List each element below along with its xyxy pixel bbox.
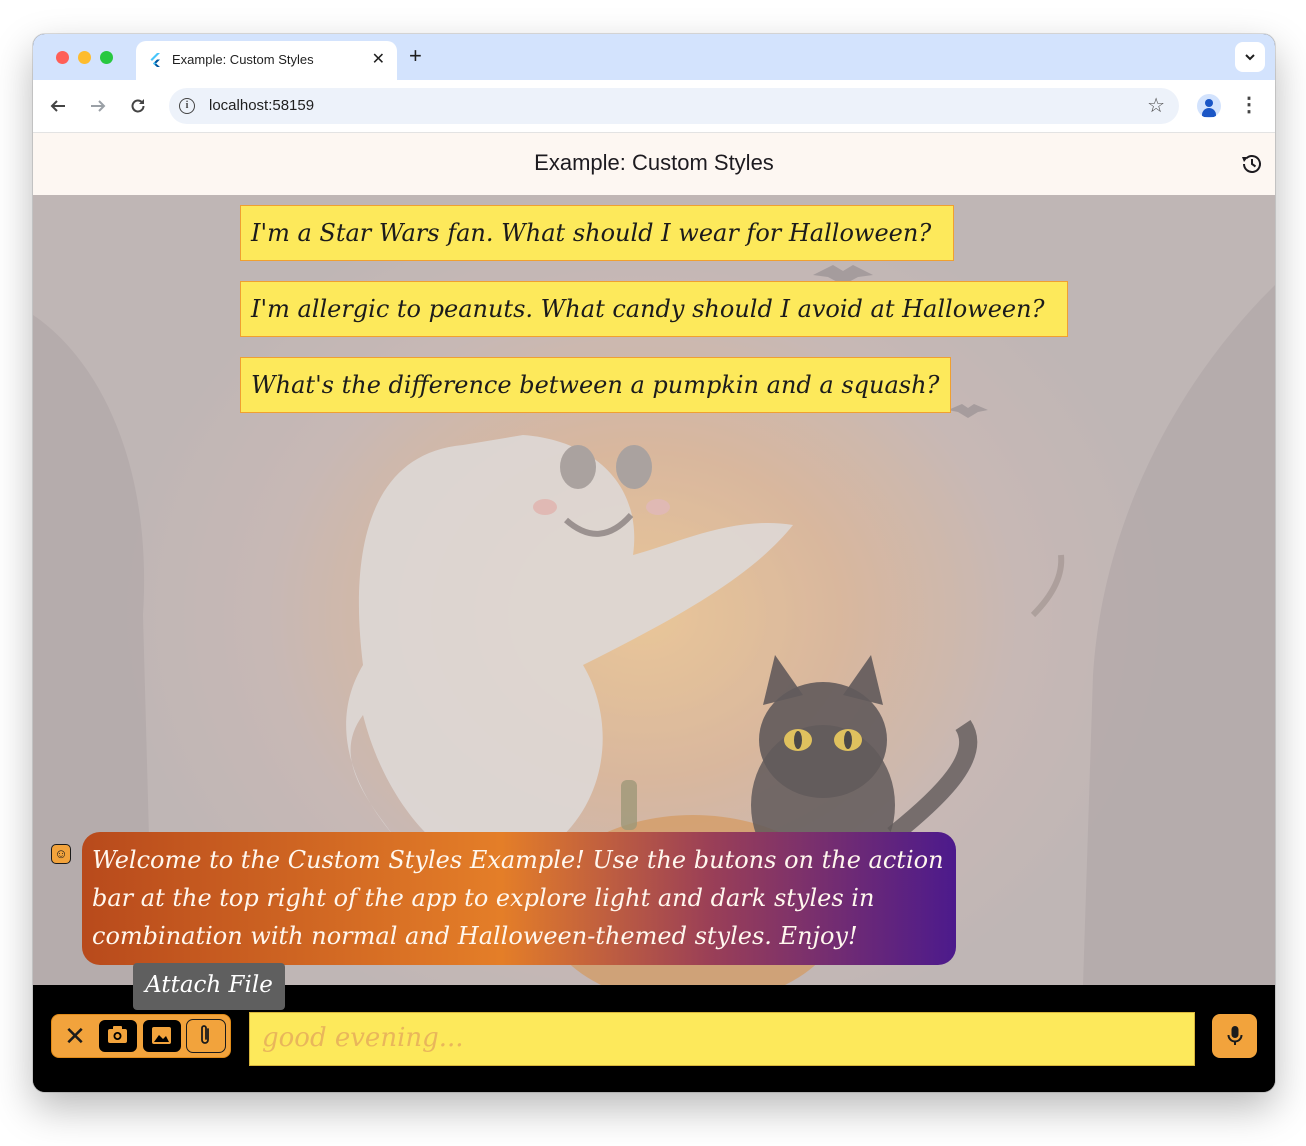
menu-icon[interactable]: ⋮ (1239, 92, 1259, 117)
chat-view[interactable]: I'm a Star Wars fan. What should I wear … (33, 195, 1275, 985)
tab-title: Example: Custom Styles (172, 52, 314, 67)
tab-search-icon[interactable] (1235, 42, 1265, 72)
close-icon[interactable]: ✕ (61, 1019, 89, 1053)
page-title: Example: Custom Styles (534, 150, 774, 175)
browser-toolbar: i localhost:58159 ☆ ⋮ (33, 80, 1275, 132)
flutter-icon (150, 53, 160, 67)
camera-icon[interactable] (98, 1019, 138, 1053)
attach-file-icon[interactable] (186, 1019, 226, 1053)
suggestion-chip[interactable]: What's the difference between a pumpkin … (240, 357, 951, 413)
chat-input-field[interactable]: good evening... (249, 1012, 1195, 1066)
forward-icon[interactable] (84, 92, 112, 120)
app-bar: Example: Custom Styles (33, 132, 1275, 196)
minimize-window-button[interactable] (78, 51, 91, 64)
history-icon[interactable] (1239, 151, 1265, 177)
browser-tab[interactable]: Example: Custom Styles ✕ (136, 41, 397, 80)
close-window-button[interactable] (56, 51, 69, 64)
suggestion-chip[interactable]: I'm a Star Wars fan. What should I wear … (240, 205, 954, 261)
llm-message-bubble: Welcome to the Custom Styles Example! Us… (82, 832, 956, 965)
attach-file-tooltip: Attach File (133, 963, 285, 1010)
browser-window: Example: Custom Styles ✕ + i localhost:5… (33, 34, 1275, 1092)
smiley-icon: ☺ (51, 844, 71, 864)
gallery-icon[interactable] (142, 1019, 182, 1053)
suggestion-chip[interactable]: I'm allergic to peanuts. What candy shou… (240, 281, 1068, 337)
mic-icon[interactable] (1212, 1014, 1257, 1058)
url-text[interactable]: localhost:58159 (209, 97, 314, 114)
address-bar[interactable]: i localhost:58159 ☆ (169, 88, 1179, 124)
back-icon[interactable] (44, 92, 72, 120)
maximize-window-button[interactable] (100, 51, 113, 64)
bookmark-star-icon[interactable]: ☆ (1147, 93, 1165, 118)
tab-strip: Example: Custom Styles ✕ + (33, 34, 1275, 80)
new-tab-button[interactable]: + (409, 44, 422, 68)
attachment-menu: ✕ (51, 1014, 231, 1058)
tab-close-icon[interactable]: ✕ (372, 49, 385, 69)
site-info-icon[interactable]: i (179, 98, 195, 114)
profile-icon[interactable] (1197, 94, 1221, 118)
reload-icon[interactable] (124, 92, 152, 120)
